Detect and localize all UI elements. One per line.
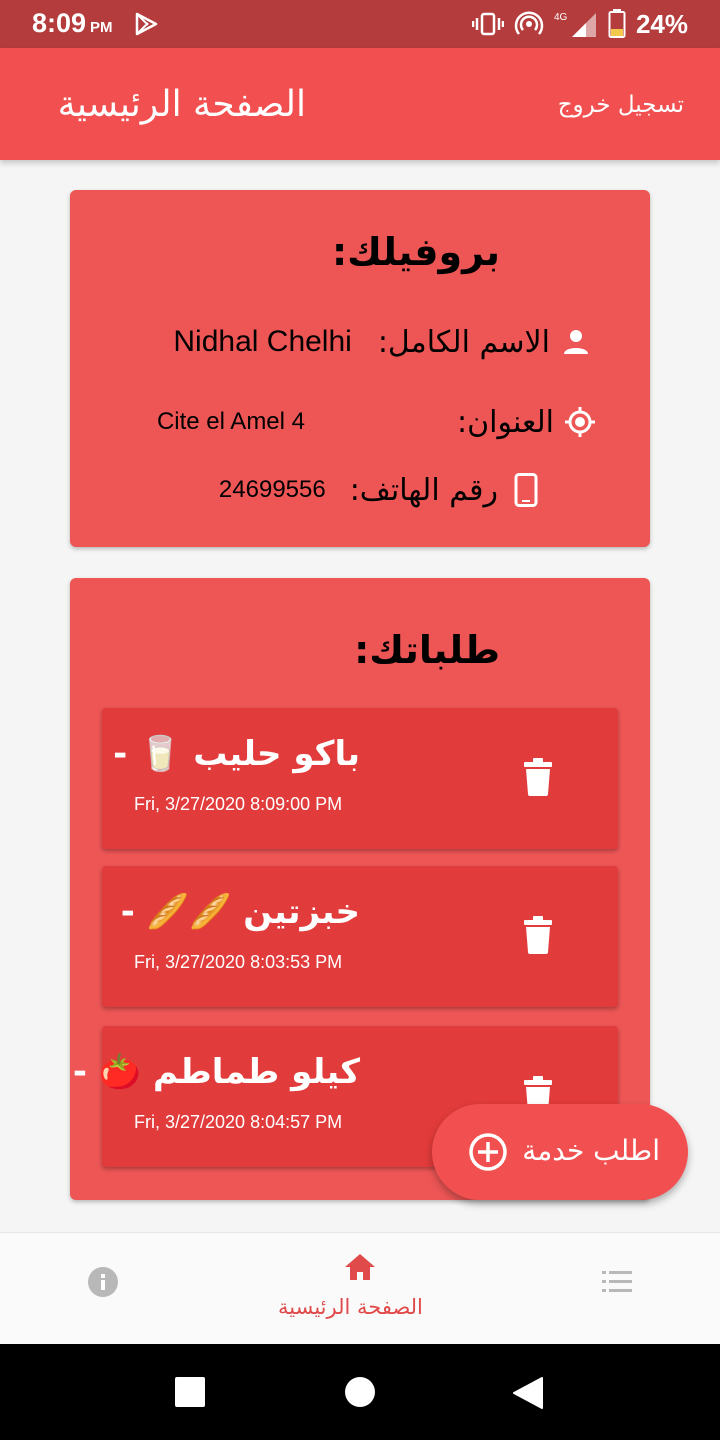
recents-button[interactable]: [175, 1377, 205, 1407]
order-title: كيلو طماطم 🍅 -: [72, 1052, 360, 1092]
bottom-navigation: الصفحة الرئيسية: [0, 1232, 720, 1344]
battery-icon: [608, 9, 626, 38]
order-date: Fri, 3/27/2020 8:03:53 PM: [134, 952, 343, 972]
status-icons: 4G 24%: [471, 8, 688, 40]
phone-label: رقم الهاتف:: [349, 472, 498, 508]
order-title: باكو حليب 🥛 -: [113, 734, 360, 774]
name-value: Nidhal Chelhi: [173, 325, 352, 358]
order-date: Fri, 3/27/2020 8:04:57 PM: [134, 1112, 343, 1132]
home-button[interactable]: [345, 1377, 375, 1407]
add-circle-icon: [469, 1133, 507, 1171]
order-title: خبزتين 🥖🥖 -: [120, 892, 360, 932]
phone-value: 24699556: [218, 476, 326, 503]
battery-percent: 24%: [635, 8, 688, 39]
status-bar: 8:09 PM 4G 24%: [0, 0, 720, 48]
logout-button[interactable]: تسجيل خروج: [558, 92, 684, 118]
order-date: Fri, 3/27/2020 8:09:00 PM: [134, 794, 343, 814]
home-icon[interactable]: [344, 1253, 376, 1281]
nav-home-label[interactable]: الصفحة الرئيسية: [278, 1295, 423, 1319]
vibrate-icon: [471, 12, 504, 36]
delete-icon[interactable]: [522, 916, 554, 954]
hotspot-icon: [514, 11, 544, 35]
page-title: الصفحة الرئيسية: [57, 84, 306, 125]
info-icon[interactable]: [88, 1267, 118, 1297]
address-label: العنوان:: [457, 404, 554, 440]
order-item: باكو حليب 🥛 - Fri, 3/27/2020 8:09:00 PM: [102, 708, 618, 849]
signal-icon: 4G: [554, 12, 596, 37]
address-value: Cite el Amel 4: [156, 408, 306, 435]
app-bar: الصفحة الرئيسية تسجيل خروج: [0, 48, 720, 160]
person-icon: [560, 326, 592, 358]
status-time: 8:09 PM: [32, 8, 113, 39]
orders-heading: طلباتك:: [354, 628, 500, 672]
system-nav-bar: [0, 1344, 720, 1440]
request-service-button[interactable]: اطلب خدمة: [432, 1104, 688, 1200]
phone-icon: [510, 473, 542, 507]
phone-row: 24699556 رقم الهاتف:: [219, 470, 542, 510]
ampm-text: PM: [90, 19, 113, 36]
name-label: الاسم الكامل:: [377, 324, 550, 360]
network-type: 4G: [554, 12, 568, 23]
order-item: خبزتين 🥖🥖 - Fri, 3/27/2020 8:03:53 PM: [102, 866, 618, 1007]
delete-icon[interactable]: [522, 758, 554, 796]
profile-heading: بروفيلك:: [331, 230, 500, 274]
list-icon[interactable]: [602, 1269, 632, 1295]
time-text: 8:09: [32, 8, 87, 38]
request-service-label: اطلب خدمة: [522, 1134, 660, 1167]
location-icon: [564, 406, 596, 438]
address-row: Cite el Amel 4 العنوان:: [157, 402, 596, 442]
name-row: Nidhal Chelhi الاسم الكامل:: [173, 322, 592, 362]
back-button[interactable]: [512, 1376, 544, 1410]
play-store-icon: [135, 12, 158, 36]
